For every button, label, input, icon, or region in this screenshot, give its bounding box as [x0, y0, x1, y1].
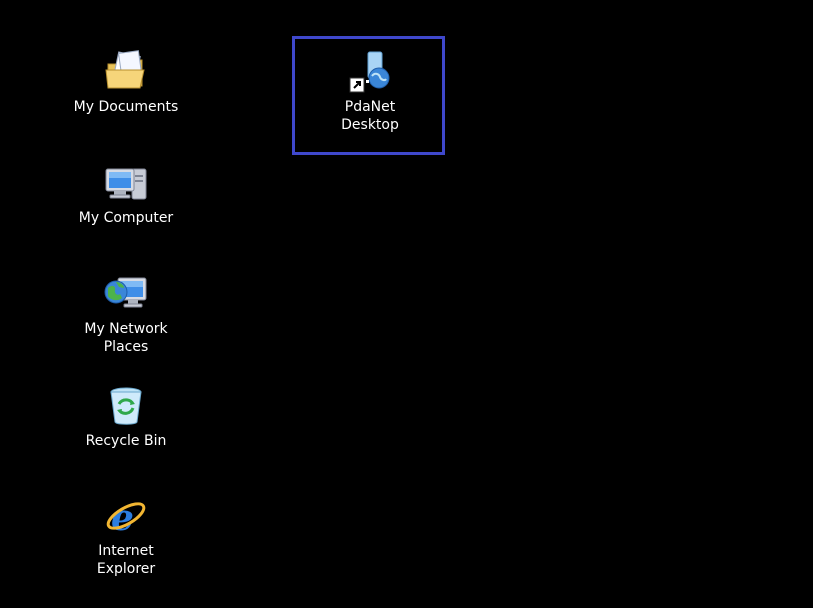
recycle-bin-icon	[110, 387, 142, 425]
desktop-icon-internet-explorer[interactable]: e Internet Explorer	[66, 492, 186, 578]
desktop-icon-my-documents[interactable]: My Documents	[66, 48, 186, 116]
icon-label: Recycle Bin	[85, 433, 167, 449]
icon-label: My Documents	[73, 99, 179, 115]
icon-label: Internet Explorer	[96, 543, 156, 577]
pdanet-shortcut-icon	[349, 51, 390, 93]
network-places-icon	[104, 277, 147, 308]
svg-text:e: e	[111, 497, 134, 539]
desktop-icon-my-network-places[interactable]: My Network Places	[66, 270, 186, 356]
folder-documents-icon	[105, 50, 145, 89]
icon-label: My Computer	[78, 210, 174, 226]
desktop: My Documents My Computer My Network Plac	[0, 0, 813, 608]
desktop-icon-pdanet-desktop[interactable]: PdaNet Desktop	[310, 48, 430, 134]
desktop-icon-recycle-bin[interactable]: Recycle Bin	[66, 382, 186, 450]
desktop-icon-my-computer[interactable]: My Computer	[66, 159, 186, 227]
icon-label: PdaNet Desktop	[341, 99, 399, 133]
computer-icon	[105, 168, 147, 200]
internet-explorer-icon: e	[106, 497, 146, 539]
icon-label: My Network Places	[84, 321, 168, 355]
